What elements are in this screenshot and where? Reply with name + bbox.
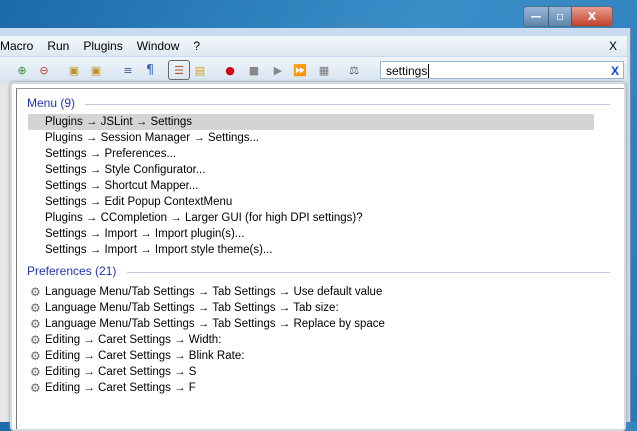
pref-result-item[interactable]: ⚙ Language Menu/Tab Settings → Tab Settin… bbox=[28, 300, 594, 316]
pref-label: Editing → Caret Settings → S bbox=[45, 366, 197, 378]
pref-label: Editing → Caret Settings → F bbox=[45, 382, 196, 394]
preferences-section-title: Preferences (21) bbox=[27, 264, 117, 278]
menu-result-item[interactable]: Settings → Import → Import plugin(s)... bbox=[28, 226, 594, 242]
pref-result-item[interactable]: ⚙ Language Menu/Tab Settings → Tab Settin… bbox=[28, 284, 594, 300]
editor-edge bbox=[0, 83, 10, 422]
show-all-chars-icon[interactable]: ¶ bbox=[142, 62, 158, 78]
close-button[interactable]: X bbox=[572, 7, 612, 26]
run-macro-multiple-icon[interactable]: ⏩ bbox=[292, 62, 308, 78]
search-input[interactable]: settings X bbox=[380, 61, 624, 79]
pref-result-item[interactable]: ⚙ Language Menu/Tab Settings → Tab Settin… bbox=[28, 316, 594, 332]
menu-run[interactable]: Run bbox=[47, 39, 69, 53]
user-language-icon[interactable]: ▤ bbox=[192, 62, 208, 78]
maximize-button[interactable]: ▫ bbox=[549, 7, 572, 26]
menu-result-item[interactable]: Settings → Preferences... bbox=[28, 146, 594, 162]
menu-result-item[interactable]: Settings → Import → Import style theme(s… bbox=[28, 242, 594, 258]
pref-label: Language Menu/Tab Settings → Tab Setting… bbox=[45, 286, 383, 298]
menu-result-item[interactable]: Settings → Shortcut Mapper... bbox=[28, 178, 594, 194]
menu-bar: Macro Run Plugins Window ? X bbox=[0, 36, 627, 56]
pref-result-item[interactable]: ⚙ Editing → Caret Settings → Blink Rate: bbox=[28, 348, 594, 364]
word-wrap-icon[interactable]: ≡ bbox=[120, 62, 136, 78]
menu-help[interactable]: ? bbox=[193, 39, 200, 53]
menu-result-item[interactable]: Plugins → JSLint → Settings bbox=[28, 114, 594, 130]
menu-window[interactable]: Window bbox=[137, 39, 180, 53]
play-macro-icon[interactable]: ▶ bbox=[270, 62, 286, 78]
gear-icon: ⚙ bbox=[30, 333, 41, 347]
clear-search-icon[interactable]: X bbox=[611, 62, 619, 80]
stop-macro-icon[interactable]: ■ bbox=[246, 62, 262, 78]
pref-label: Language Menu/Tab Settings → Tab Setting… bbox=[45, 302, 339, 314]
pref-label: Editing → Caret Settings → Width: bbox=[45, 334, 222, 346]
gear-icon: ⚙ bbox=[30, 317, 41, 331]
save-macro-icon[interactable]: ▦ bbox=[316, 62, 332, 78]
pref-label: Editing → Caret Settings → Blink Rate: bbox=[45, 350, 245, 362]
gear-icon: ⚙ bbox=[30, 365, 41, 379]
pref-result-item[interactable]: ⚙ Editing → Caret Settings → S bbox=[28, 364, 594, 380]
search-results-popup: Menu (9) Plugins → JSLint → Settings Plu… bbox=[10, 82, 626, 431]
menu-section-title: Menu (9) bbox=[27, 96, 76, 110]
close-document-button[interactable]: X bbox=[609, 39, 617, 53]
menu-result-item[interactable]: Plugins → CCompletion → Larger GUI (for … bbox=[28, 210, 594, 226]
sync-vertical-icon[interactable]: ▣ bbox=[66, 62, 82, 78]
menu-result-item[interactable]: Settings → Edit Popup ContextMenu bbox=[28, 194, 594, 210]
minimize-button[interactable]: — bbox=[524, 7, 549, 26]
gear-icon: ⚙ bbox=[30, 349, 41, 363]
gear-icon: ⚙ bbox=[30, 285, 41, 299]
record-macro-icon[interactable]: ● bbox=[222, 62, 238, 78]
pref-result-item[interactable]: ⚙ Editing → Caret Settings → Width: bbox=[28, 332, 594, 348]
menu-plugins[interactable]: Plugins bbox=[83, 39, 122, 53]
menu-macro[interactable]: Macro bbox=[0, 39, 33, 53]
divider bbox=[127, 272, 610, 273]
menu-result-item[interactable]: Plugins → Session Manager → Settings... bbox=[28, 130, 594, 146]
pref-result-item[interactable]: ⚙ Editing → Caret Settings → F bbox=[28, 380, 594, 396]
indent-guide-icon[interactable]: ☰ bbox=[168, 60, 190, 80]
pref-label: Language Menu/Tab Settings → Tab Setting… bbox=[45, 318, 385, 330]
gear-icon: ⚙ bbox=[30, 301, 41, 315]
sync-horizontal-icon[interactable]: ▣ bbox=[88, 62, 104, 78]
zoom-in-icon[interactable]: ⊕ bbox=[14, 62, 30, 78]
zoom-out-icon[interactable]: ⊖ bbox=[36, 62, 52, 78]
spellcheck-icon[interactable]: ⚖ bbox=[346, 62, 362, 78]
gear-icon: ⚙ bbox=[30, 381, 41, 395]
caption-buttons: — ▫ X bbox=[523, 6, 613, 27]
search-value: settings bbox=[386, 64, 428, 78]
divider bbox=[85, 104, 610, 105]
menu-result-item[interactable]: Settings → Style Configurator... bbox=[28, 162, 594, 178]
